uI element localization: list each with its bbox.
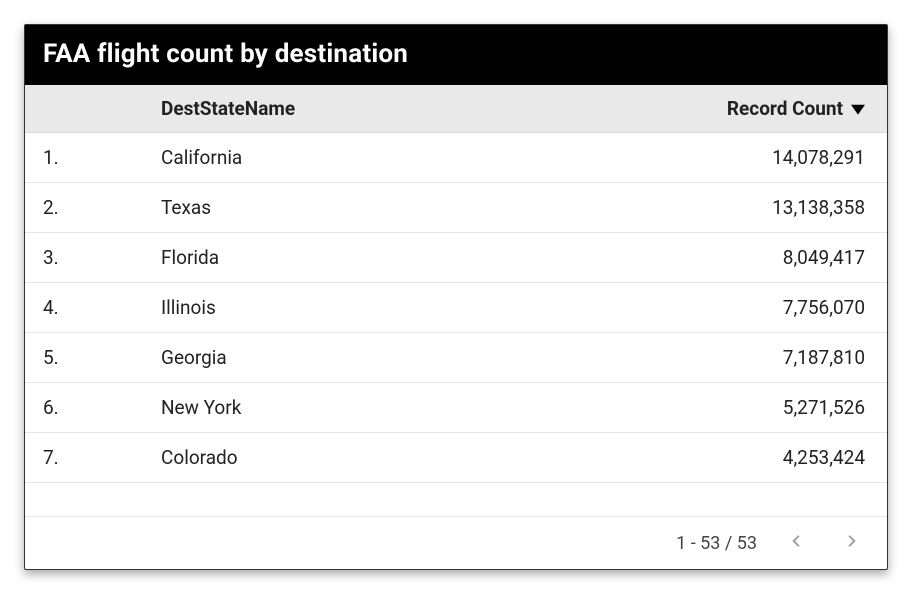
sort-desc-icon	[851, 102, 865, 116]
row-count: 7,187,810	[565, 346, 865, 369]
row-name: Georgia	[161, 346, 565, 369]
table-row: 7. Colorado 4,253,424	[25, 433, 887, 483]
row-name: New York	[161, 396, 565, 419]
table-body: 1. California 14,078,291 2. Texas 13,138…	[25, 133, 887, 516]
row-rank: 6.	[43, 396, 161, 419]
chevron-left-icon	[788, 532, 806, 555]
row-count: 14,078,291	[565, 146, 865, 169]
col-header-name[interactable]: DestStateName	[161, 97, 565, 120]
row-name: Colorado	[161, 446, 565, 469]
table-row: 1. California 14,078,291	[25, 133, 887, 183]
row-name: Florida	[161, 246, 565, 269]
row-count: 5,271,526	[565, 396, 865, 419]
next-page-button[interactable]	[837, 529, 865, 557]
data-table-card: FAA flight count by destination DestStat…	[24, 24, 888, 570]
card-title: FAA flight count by destination	[25, 25, 887, 85]
pagination-label: 1 - 53 / 53	[676, 533, 757, 554]
row-count: 7,756,070	[565, 296, 865, 319]
col-header-count-label: Record Count	[727, 97, 843, 120]
table-footer: 1 - 53 / 53	[25, 516, 887, 569]
row-rank: 5.	[43, 346, 161, 369]
row-name: Illinois	[161, 296, 565, 319]
table-row: 6. New York 5,271,526	[25, 383, 887, 433]
table-row: 5. Georgia 7,187,810	[25, 333, 887, 383]
row-rank: 4.	[43, 296, 161, 319]
prev-page-button[interactable]	[783, 529, 811, 557]
table-row: 2. Texas 13,138,358	[25, 183, 887, 233]
row-rank: 1.	[43, 146, 161, 169]
chevron-right-icon	[842, 532, 860, 555]
col-header-count[interactable]: Record Count	[565, 97, 865, 120]
row-rank: 2.	[43, 196, 161, 219]
row-name: California	[161, 146, 565, 169]
table-row: 4. Illinois 7,756,070	[25, 283, 887, 333]
row-count: 8,049,417	[565, 246, 865, 269]
row-name: Texas	[161, 196, 565, 219]
row-rank: 7.	[43, 446, 161, 469]
row-rank: 3.	[43, 246, 161, 269]
row-count: 13,138,358	[565, 196, 865, 219]
table-row: 3. Florida 8,049,417	[25, 233, 887, 283]
table-header-row: DestStateName Record Count	[25, 85, 887, 133]
row-count: 4,253,424	[565, 446, 865, 469]
